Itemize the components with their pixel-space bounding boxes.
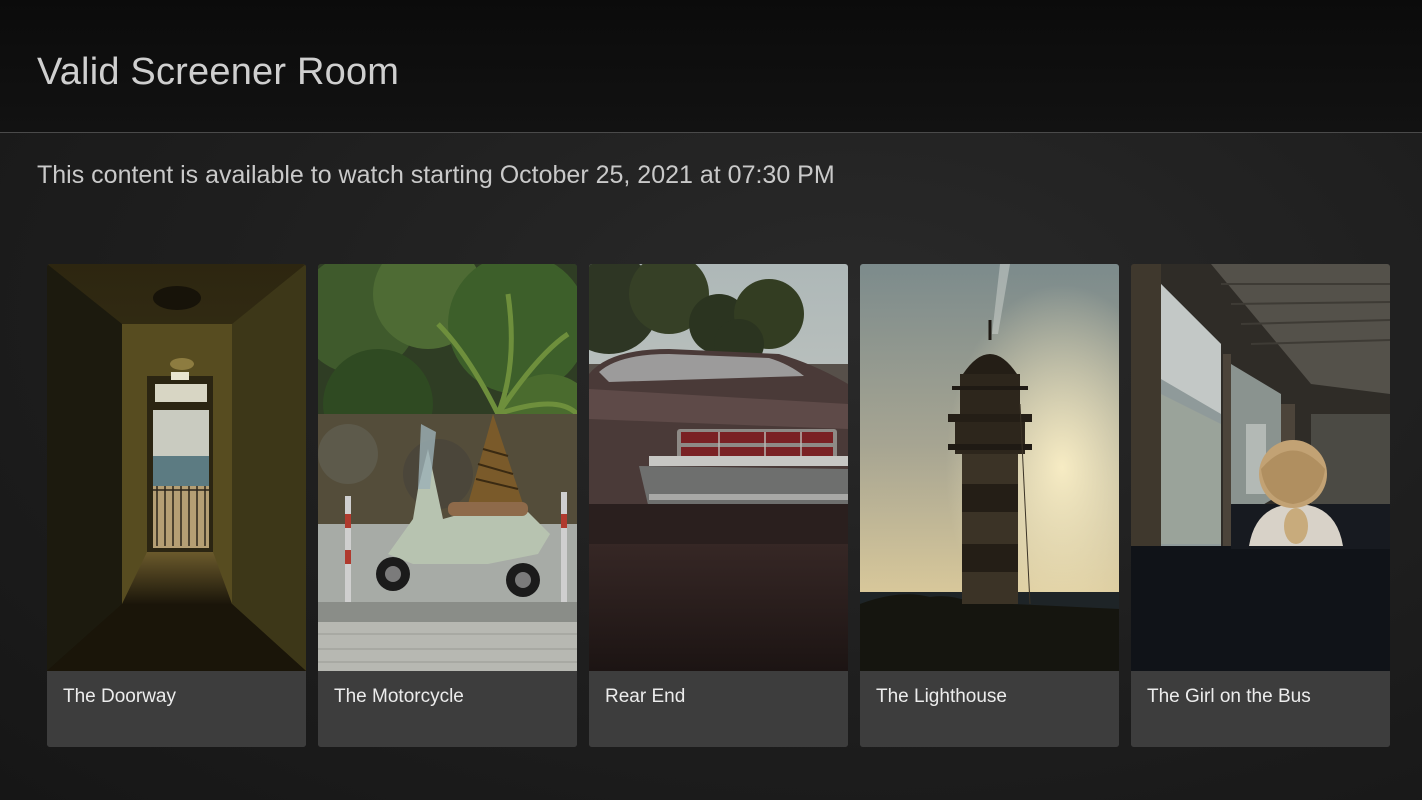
scooter-palm-photo bbox=[318, 264, 577, 671]
vintage-car-rear-photo bbox=[589, 264, 848, 671]
content-card-rear-end[interactable]: Rear End bbox=[589, 264, 848, 747]
card-title: The Doorway bbox=[47, 671, 306, 747]
hallway-doorway-photo bbox=[47, 264, 306, 671]
content-card-the-girl-on-the-bus[interactable]: The Girl on the Bus bbox=[1131, 264, 1390, 747]
availability-notice: This content is available to watch start… bbox=[37, 161, 835, 189]
content-card-the-lighthouse[interactable]: The Lighthouse bbox=[860, 264, 1119, 747]
content-card-the-doorway[interactable]: The Doorway bbox=[47, 264, 306, 747]
screener-room-app: Valid Screener Room This content is avai… bbox=[0, 0, 1422, 800]
lighthouse-sunset-photo bbox=[860, 264, 1119, 671]
girl-on-bus-photo bbox=[1131, 264, 1390, 671]
card-title: The Girl on the Bus bbox=[1131, 671, 1390, 747]
card-title: The Lighthouse bbox=[860, 671, 1119, 747]
content-card-the-motorcycle[interactable]: The Motorcycle bbox=[318, 264, 577, 747]
card-title: Rear End bbox=[589, 671, 848, 747]
page-title: Valid Screener Room bbox=[37, 51, 400, 93]
content-card-row: The Doorway The Motorcycle Rear End The … bbox=[47, 264, 1391, 747]
page-header: Valid Screener Room bbox=[0, 0, 1422, 133]
card-title: The Motorcycle bbox=[318, 671, 577, 747]
